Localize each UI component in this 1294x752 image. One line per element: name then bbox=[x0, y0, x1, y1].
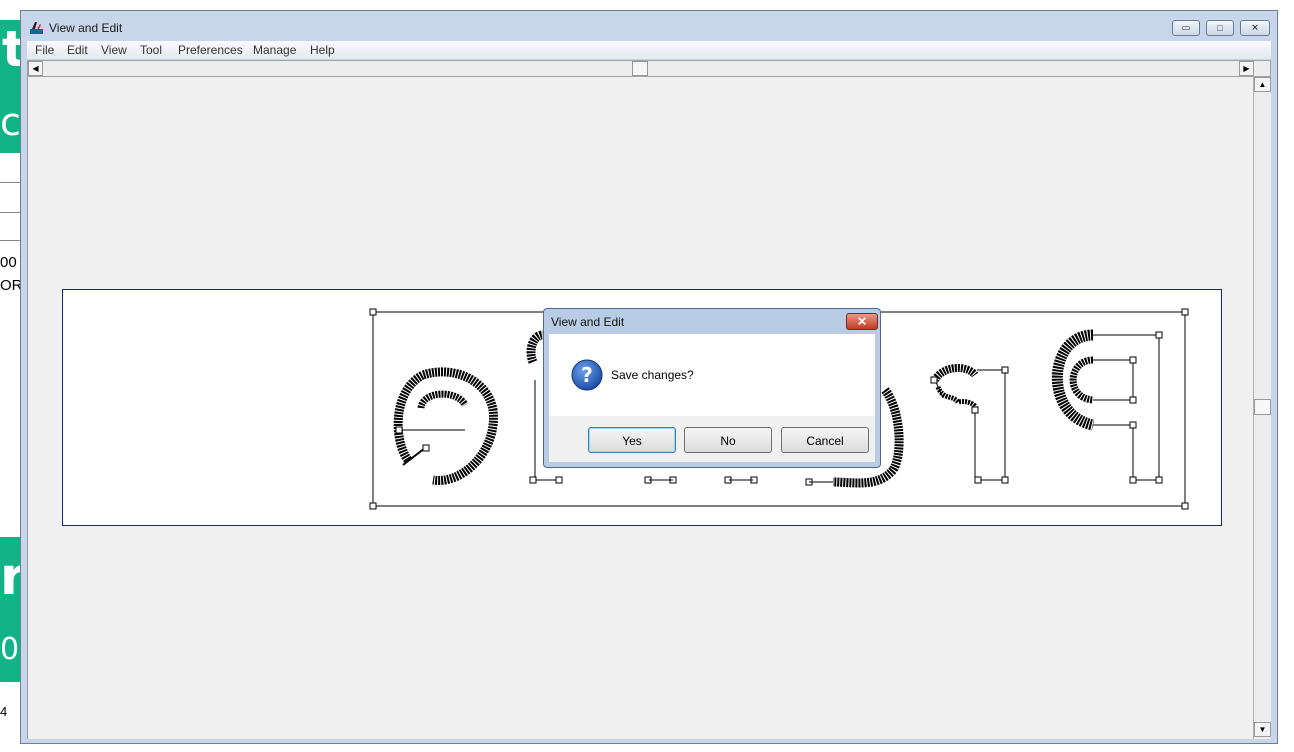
window-title: View and Edit bbox=[49, 21, 123, 35]
bg-green-block-bottom: r 0 bbox=[0, 537, 20, 682]
menu-file[interactable]: File bbox=[35, 43, 54, 57]
bg-divider bbox=[0, 212, 20, 213]
close-icon: ✕ bbox=[856, 314, 868, 329]
menu-bar: File Edit View Tool Preferences Manage H… bbox=[27, 41, 1271, 59]
no-button[interactable]: No bbox=[684, 427, 772, 453]
scroll-left-arrow-icon[interactable]: ◀ bbox=[28, 61, 43, 76]
dialog-body: ? Save changes? bbox=[549, 334, 875, 416]
scroll-down-arrow-icon[interactable]: ▼ bbox=[1254, 722, 1271, 737]
close-window-button[interactable]: ✕ bbox=[1240, 20, 1270, 36]
vertical-scroll-thumb[interactable] bbox=[1254, 399, 1271, 415]
scroll-right-arrow-icon[interactable]: ▶ bbox=[1239, 61, 1254, 76]
bg-divider bbox=[0, 240, 20, 241]
dialog-close-button[interactable]: ✕ bbox=[846, 313, 878, 330]
dialog-footer: Yes No Cancel bbox=[549, 416, 875, 462]
maximize-icon: □ bbox=[1217, 23, 1223, 33]
minimize-button[interactable]: ▭ bbox=[1172, 20, 1200, 36]
bg-divider bbox=[0, 182, 20, 183]
background-app: t c 00 OR r 0 4 bbox=[0, 0, 23, 752]
scroll-up-arrow-icon[interactable]: ▲ bbox=[1254, 77, 1271, 92]
menu-edit[interactable]: Edit bbox=[67, 43, 88, 57]
bg-text: 4 bbox=[0, 704, 8, 719]
menu-manage[interactable]: Manage bbox=[253, 43, 296, 57]
vertical-scrollbar[interactable]: ▲ ▼ bbox=[1253, 77, 1271, 739]
question-icon: ? bbox=[571, 359, 603, 391]
bg-green-text: c bbox=[0, 100, 20, 144]
bg-green-text: t bbox=[2, 20, 20, 78]
horizontal-scroll-thumb[interactable] bbox=[632, 61, 648, 76]
title-bar[interactable]: View and Edit ▭ □ ✕ bbox=[21, 11, 1277, 41]
minimize-icon: ▭ bbox=[1181, 22, 1191, 33]
menu-tool[interactable]: Tool bbox=[140, 43, 162, 57]
bg-green-text: r bbox=[0, 547, 20, 607]
maximize-button[interactable]: □ bbox=[1206, 20, 1234, 36]
yes-button[interactable]: Yes bbox=[588, 427, 676, 453]
menu-view[interactable]: View bbox=[101, 43, 127, 57]
bg-text: 00 bbox=[0, 254, 17, 271]
horizontal-scrollbar[interactable]: ◀ ▶ bbox=[27, 60, 1271, 77]
svg-text:?: ? bbox=[581, 363, 593, 387]
close-icon: ✕ bbox=[1251, 22, 1259, 33]
save-changes-dialog: View and Edit ✕ ? Save changes? Yes No C… bbox=[543, 308, 881, 468]
menu-help[interactable]: Help bbox=[310, 43, 335, 57]
app-icon bbox=[30, 22, 43, 34]
menu-preferences[interactable]: Preferences bbox=[178, 43, 243, 57]
bg-green-block-top: t c bbox=[0, 20, 20, 153]
dialog-title: View and Edit bbox=[551, 315, 625, 329]
dialog-message: Save changes? bbox=[611, 368, 694, 382]
bg-green-text: 0 bbox=[0, 632, 20, 667]
cancel-button[interactable]: Cancel bbox=[781, 427, 869, 453]
